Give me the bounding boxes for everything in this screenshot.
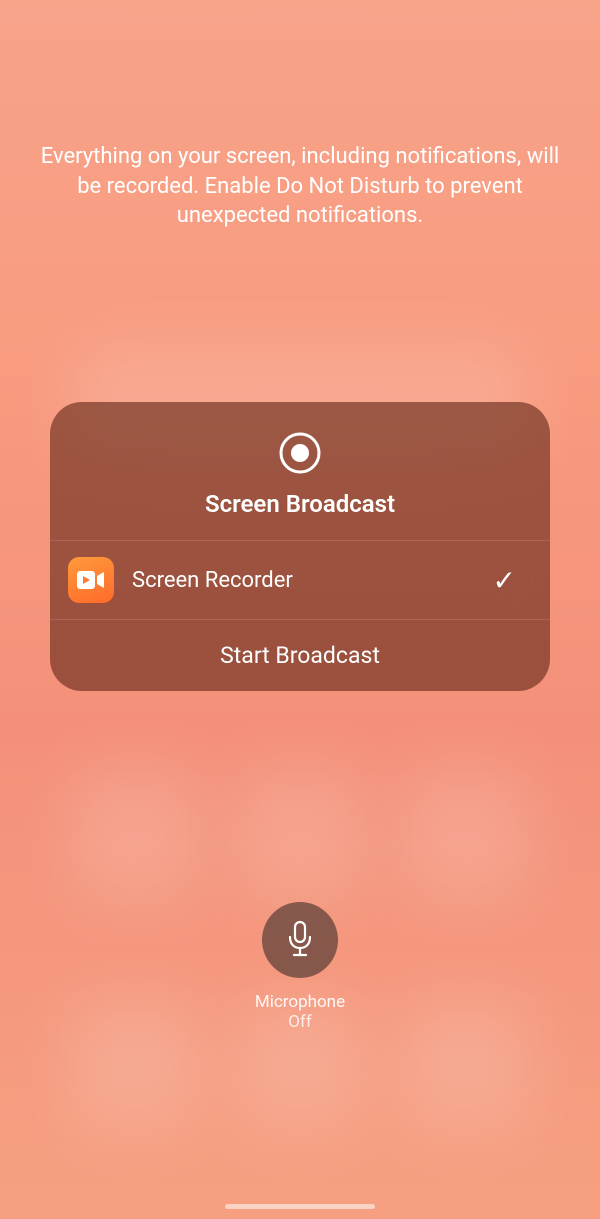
screen-recorder-app-icon (68, 557, 114, 603)
microphone-label: Microphone (255, 992, 345, 1012)
start-broadcast-button[interactable]: Start Broadcast (50, 619, 550, 691)
microphone-toggle-button[interactable] (262, 902, 338, 978)
panel-title: Screen Broadcast (205, 490, 395, 518)
microphone-labels: Microphone Off (255, 992, 345, 1032)
microphone-state: Off (255, 1012, 345, 1032)
app-option-label: Screen Recorder (132, 568, 475, 593)
microphone-icon (285, 920, 315, 960)
panel-header: Screen Broadcast (50, 402, 550, 540)
home-indicator[interactable] (225, 1204, 375, 1209)
app-option-screen-recorder[interactable]: Screen Recorder ✓ (50, 540, 550, 619)
microphone-section: Microphone Off (0, 902, 600, 1032)
checkmark-icon: ✓ (493, 564, 516, 597)
recording-warning-text: Everything on your screen, including not… (40, 142, 560, 231)
record-icon (279, 432, 321, 474)
screen-broadcast-panel: Screen Broadcast Screen Recorder ✓ Start… (50, 402, 550, 691)
